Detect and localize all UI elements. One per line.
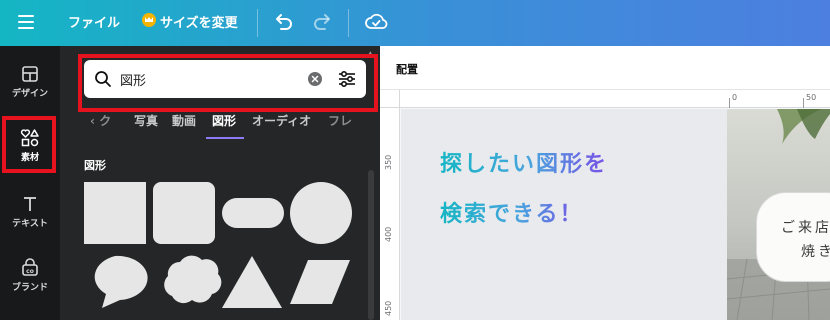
nav-label: テキスト bbox=[12, 219, 48, 229]
ruler-number: 50 bbox=[806, 93, 817, 102]
ruler-top: 0 50 bbox=[400, 90, 830, 108]
undo-icon[interactable] bbox=[272, 11, 294, 33]
shapes-grid bbox=[84, 182, 352, 308]
ruler-number: 450 bbox=[384, 300, 393, 316]
card-text: ご来店 bbox=[781, 220, 830, 236]
layout-icon bbox=[22, 66, 38, 82]
search-input[interactable]: 図形 bbox=[120, 70, 146, 89]
divider bbox=[257, 9, 258, 37]
ruler-left: 350 400 450 bbox=[380, 108, 400, 320]
tab-photos[interactable]: 写真 bbox=[134, 112, 158, 129]
divider bbox=[348, 9, 349, 37]
highlight-box bbox=[2, 116, 56, 173]
top-bar: ファイル サイズを変更 bbox=[0, 0, 830, 46]
filter-icon[interactable] bbox=[337, 69, 357, 89]
ruler-number: 0 bbox=[732, 93, 738, 102]
card-text: 焼き bbox=[801, 244, 830, 260]
tab-frames[interactable]: フレ bbox=[328, 112, 352, 129]
tab-shapes[interactable]: 図形 bbox=[212, 112, 236, 129]
speech-bubble-shape[interactable] bbox=[94, 255, 148, 308]
editor-toolbar: 配置 bbox=[380, 46, 830, 90]
nav-item-brand[interactable]: co ブランド bbox=[0, 244, 60, 302]
brand-icon: co bbox=[22, 258, 38, 276]
cloud-shape[interactable] bbox=[164, 255, 222, 304]
tab-videos[interactable]: 動画 bbox=[172, 112, 196, 129]
panel-scrollbar[interactable] bbox=[368, 170, 374, 320]
resize-button[interactable]: サイズを変更 bbox=[160, 12, 238, 31]
ruler-corner bbox=[380, 90, 400, 108]
rounded-square-shape[interactable] bbox=[153, 182, 215, 244]
crown-icon bbox=[142, 13, 156, 27]
clear-icon[interactable] bbox=[307, 71, 323, 87]
parallelogram-shape[interactable] bbox=[290, 260, 350, 304]
annotation-text: 探したい図形を bbox=[440, 146, 608, 178]
nav-label: ブランド bbox=[11, 283, 48, 293]
ruler-number: 400 bbox=[384, 226, 393, 242]
design-card[interactable]: ご来店 焼き bbox=[756, 192, 830, 282]
file-menu[interactable]: ファイル bbox=[68, 12, 120, 31]
triangle-shape[interactable] bbox=[222, 256, 282, 308]
square-shape[interactable] bbox=[84, 182, 146, 244]
nav-item-text[interactable]: テキスト bbox=[0, 180, 60, 238]
annotation-text: 検索できる！ bbox=[440, 196, 584, 228]
active-tab-indicator bbox=[206, 137, 244, 139]
category-tabs: ‹ ク 写真 動画 図形 オーディオ フレ bbox=[86, 112, 362, 140]
svg-text:co: co bbox=[26, 268, 34, 275]
ruler-number: 350 bbox=[384, 154, 393, 170]
nav-label: デザイン bbox=[11, 89, 48, 99]
tab-prev[interactable]: ‹ ク bbox=[90, 112, 111, 129]
search-box[interactable]: 図形 bbox=[84, 60, 366, 98]
section-title: 図形 bbox=[84, 159, 106, 172]
cloud-check-icon[interactable] bbox=[364, 11, 388, 33]
tab-audio[interactable]: オーディオ bbox=[252, 112, 311, 129]
pill-shape[interactable] bbox=[222, 198, 284, 228]
redo-icon[interactable] bbox=[312, 11, 334, 33]
text-icon bbox=[24, 197, 36, 211]
hamburger-icon[interactable] bbox=[18, 15, 34, 29]
circle-shape[interactable] bbox=[290, 182, 352, 244]
position-button[interactable]: 配置 bbox=[396, 61, 418, 77]
search-icon bbox=[95, 71, 111, 87]
nav-item-design[interactable]: デザイン bbox=[0, 50, 60, 108]
